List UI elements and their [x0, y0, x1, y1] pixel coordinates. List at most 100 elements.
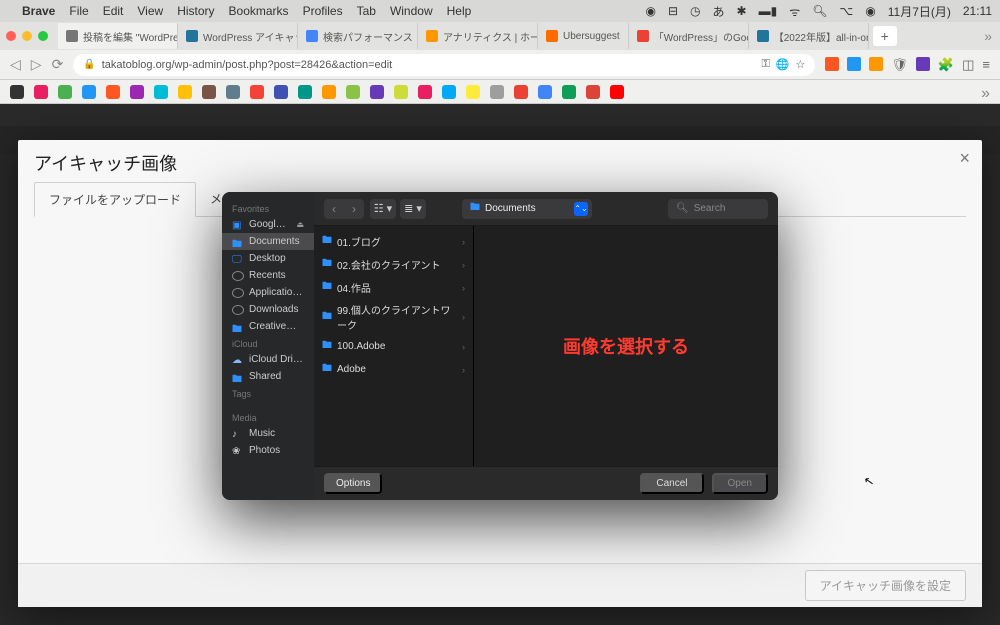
menu-profiles[interactable]: Profiles: [303, 4, 343, 18]
bookmark-icon[interactable]: ☆: [796, 58, 806, 71]
control-center-icon[interactable]: ⌥: [839, 4, 853, 18]
ext-icon-3[interactable]: [869, 57, 883, 71]
view-group-button[interactable]: ≣ ▾: [400, 199, 426, 219]
menu-window[interactable]: Window: [390, 4, 433, 18]
tab-4[interactable]: Ubersuggest: [538, 23, 629, 49]
sidebar-icon[interactable]: ◫: [962, 57, 974, 73]
bookmark-item[interactable]: [442, 85, 456, 99]
menu-icon[interactable]: ≡: [982, 57, 990, 73]
menu-help[interactable]: Help: [447, 4, 472, 18]
tab-6[interactable]: 【2022年版】all-in-one …: [749, 23, 869, 49]
bookmark-folder[interactable]: [10, 85, 24, 99]
bookmark-item[interactable]: [586, 85, 600, 99]
sidebar-item-documents[interactable]: 🖿Documents: [222, 233, 314, 250]
folder-row[interactable]: 🖿99.個人のクライアントワーク›: [314, 299, 473, 335]
clock-icon[interactable]: ◷: [690, 4, 700, 18]
bookmark-item[interactable]: [250, 85, 264, 99]
search-field[interactable]: 🔍︎ Search: [668, 199, 768, 219]
menubar-date[interactable]: 11月7日(月): [888, 3, 951, 20]
bookmark-item[interactable]: [178, 85, 192, 99]
bookmark-item[interactable]: [274, 85, 288, 99]
extensions-icon[interactable]: 🧩: [938, 57, 954, 73]
modal-close-button[interactable]: ×: [959, 148, 970, 169]
bookmark-item[interactable]: [34, 85, 48, 99]
bookmark-item[interactable]: [82, 85, 96, 99]
address-field[interactable]: 🔒 takatoblog.org/wp-admin/post.php?post=…: [73, 54, 815, 76]
sidebar-item-recents[interactable]: Recents: [222, 267, 314, 284]
folder-row[interactable]: 🖿100.Adobe›: [314, 335, 473, 358]
sidebar-item-shared[interactable]: 🖿Shared: [222, 368, 314, 385]
path-dropdown[interactable]: 🖿 Documents ⌃⌄: [462, 199, 592, 219]
sidebar-item-photos[interactable]: ❀Photos: [222, 442, 314, 459]
tab-upload[interactable]: ファイルをアップロード: [34, 182, 196, 217]
view-columns-button[interactable]: ☷ ▾: [370, 199, 396, 219]
bookmark-item[interactable]: [346, 85, 360, 99]
menubar-time[interactable]: 21:11: [963, 4, 992, 18]
siri-icon[interactable]: ◉: [865, 4, 875, 18]
nav-back-button[interactable]: ‹: [324, 199, 344, 219]
folder-row[interactable]: 🖿01.ブログ›: [314, 230, 473, 253]
battery-icon[interactable]: ▬▮: [759, 4, 778, 18]
bookmark-item[interactable]: [562, 85, 576, 99]
bookmark-item[interactable]: [370, 85, 384, 99]
bookmark-item[interactable]: [322, 85, 336, 99]
ext-icon-2[interactable]: [847, 57, 861, 71]
line-icon[interactable]: ◉: [646, 4, 656, 18]
minimize-window-button[interactable]: [22, 31, 32, 41]
input-icon[interactable]: あ: [713, 3, 725, 20]
bookmark-item[interactable]: [610, 85, 624, 99]
bookmark-item[interactable]: [418, 85, 432, 99]
close-window-button[interactable]: [6, 31, 16, 41]
sidebar-item-desktop[interactable]: 🖵Desktop: [222, 250, 314, 267]
tab-overflow-icon[interactable]: »: [984, 28, 992, 44]
ext-icon-1[interactable]: [825, 57, 839, 71]
status-icon[interactable]: ⊟: [668, 4, 678, 18]
bookmark-item[interactable]: [514, 85, 528, 99]
tab-2[interactable]: 検索パフォーマンス: [298, 23, 418, 49]
menu-edit[interactable]: Edit: [103, 4, 124, 18]
folder-row[interactable]: 🖿02.会社のクライアント›: [314, 253, 473, 276]
options-button[interactable]: Options: [324, 473, 382, 494]
sidebar-item-downloads[interactable]: Downloads: [222, 301, 314, 318]
bookmark-item[interactable]: [490, 85, 504, 99]
app-name[interactable]: Brave: [22, 4, 55, 18]
sidebar-item-creative[interactable]: 🖿Creative…: [222, 318, 314, 335]
bookmark-overflow-icon[interactable]: »: [981, 85, 990, 99]
reload-button[interactable]: ⟳: [52, 56, 64, 73]
translate-icon[interactable]: 🌐: [776, 58, 790, 71]
tab-3[interactable]: アナリティクス | ホーム: [418, 23, 538, 49]
tab-5[interactable]: 「WordPress」のGoogl…: [629, 23, 749, 49]
cancel-button[interactable]: Cancel: [640, 473, 703, 494]
back-button[interactable]: ◁: [10, 56, 21, 73]
forward-button[interactable]: ▷: [31, 56, 42, 73]
bookmark-item[interactable]: [466, 85, 480, 99]
bookmark-item[interactable]: [298, 85, 312, 99]
sidebar-item-applications[interactable]: Applicatio…: [222, 284, 314, 301]
eject-icon[interactable]: ⏏: [296, 220, 304, 229]
tab-0[interactable]: 投稿を編集 "WordPres…×: [58, 23, 178, 49]
folder-row[interactable]: 🖿04.作品›: [314, 276, 473, 299]
nav-forward-button[interactable]: ›: [344, 199, 364, 219]
wifi-icon[interactable]: ᯤ: [789, 3, 800, 20]
key-icon[interactable]: ⚿: [761, 58, 769, 71]
bookmark-item[interactable]: [226, 85, 240, 99]
bookmark-item[interactable]: [154, 85, 168, 99]
folder-row[interactable]: 🖿Adobe›: [314, 358, 473, 381]
bookmark-item[interactable]: [538, 85, 552, 99]
bookmark-item[interactable]: [202, 85, 216, 99]
menu-tab[interactable]: Tab: [357, 4, 376, 18]
sidebar-item-music[interactable]: ♪Music: [222, 425, 314, 442]
menu-bookmarks[interactable]: Bookmarks: [229, 4, 289, 18]
bookmark-item[interactable]: [394, 85, 408, 99]
sidebar-item-icloud[interactable]: ☁iCloud Dri…: [222, 351, 314, 368]
bookmark-item[interactable]: [130, 85, 144, 99]
set-featured-image-button[interactable]: アイキャッチ画像を設定: [805, 570, 966, 601]
shield-icon[interactable]: 🛡: [891, 57, 908, 73]
menu-view[interactable]: View: [137, 4, 163, 18]
menu-file[interactable]: File: [69, 4, 88, 18]
bookmark-item[interactable]: [58, 85, 72, 99]
ext-icon-4[interactable]: [916, 57, 930, 71]
new-tab-button[interactable]: +: [873, 26, 897, 46]
sidebar-item-google[interactable]: ▣Googl…⏏: [222, 216, 314, 233]
tab-1[interactable]: WordPress アイキャッチ画: [178, 23, 298, 49]
